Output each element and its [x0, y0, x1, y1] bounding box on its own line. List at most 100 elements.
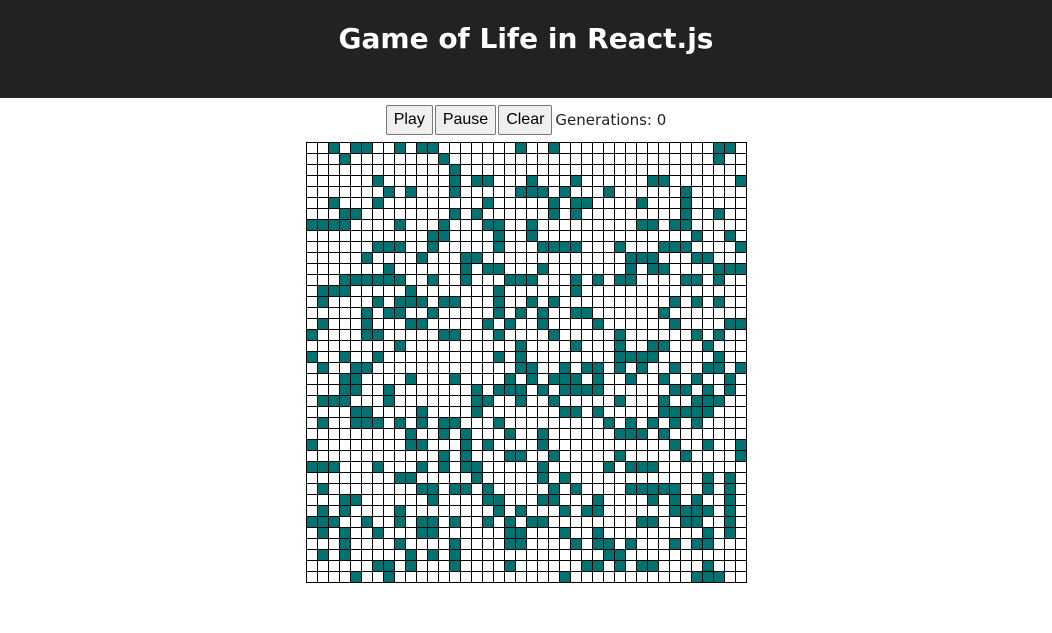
grid-cell[interactable] [702, 484, 713, 494]
grid-cell[interactable] [636, 143, 647, 153]
grid-cell[interactable] [449, 539, 460, 549]
grid-cell[interactable] [504, 495, 515, 505]
grid-cell[interactable] [625, 484, 636, 494]
grid-cell[interactable] [526, 517, 537, 527]
grid-cell[interactable] [306, 198, 317, 208]
grid-cell[interactable] [504, 154, 515, 164]
grid-cell[interactable] [328, 242, 339, 252]
grid-cell[interactable] [394, 198, 405, 208]
grid-cell[interactable] [636, 297, 647, 307]
grid-cell[interactable] [724, 451, 735, 461]
grid-cell[interactable] [680, 242, 691, 252]
grid-cell[interactable] [603, 341, 614, 351]
grid-cell[interactable] [526, 396, 537, 406]
grid-cell[interactable] [449, 363, 460, 373]
grid-cell[interactable] [339, 484, 350, 494]
grid-cell[interactable] [724, 308, 735, 318]
grid-cell[interactable] [713, 561, 724, 571]
grid-cell[interactable] [592, 308, 603, 318]
grid-cell[interactable] [548, 242, 559, 252]
grid-cell[interactable] [438, 506, 449, 516]
grid-cell[interactable] [416, 198, 427, 208]
grid-cell[interactable] [713, 407, 724, 417]
grid-cell[interactable] [691, 363, 702, 373]
grid-cell[interactable] [570, 396, 581, 406]
grid-cell[interactable] [603, 231, 614, 241]
grid-cell[interactable] [592, 363, 603, 373]
grid-cell[interactable] [350, 539, 361, 549]
grid-cell[interactable] [350, 176, 361, 186]
grid-cell[interactable] [614, 429, 625, 439]
grid-cell[interactable] [427, 539, 438, 549]
grid-cell[interactable] [471, 561, 482, 571]
grid-cell[interactable] [471, 550, 482, 560]
grid-cell[interactable] [702, 275, 713, 285]
grid-cell[interactable] [724, 407, 735, 417]
grid-cell[interactable] [493, 385, 504, 395]
grid-cell[interactable] [636, 154, 647, 164]
grid-cell[interactable] [614, 517, 625, 527]
grid-cell[interactable] [306, 363, 317, 373]
grid-cell[interactable] [680, 451, 691, 461]
grid-cell[interactable] [658, 528, 669, 538]
grid-cell[interactable] [581, 385, 592, 395]
grid-cell[interactable] [460, 528, 471, 538]
grid-cell[interactable] [603, 352, 614, 362]
grid-cell[interactable] [537, 242, 548, 252]
grid-cell[interactable] [647, 484, 658, 494]
grid-cell[interactable] [350, 517, 361, 527]
grid-cell[interactable] [438, 341, 449, 351]
grid-cell[interactable] [570, 176, 581, 186]
grid-cell[interactable] [350, 154, 361, 164]
grid-cell[interactable] [515, 297, 526, 307]
grid-cell[interactable] [383, 440, 394, 450]
grid-cell[interactable] [713, 506, 724, 516]
grid-cell[interactable] [724, 506, 735, 516]
grid-cell[interactable] [383, 418, 394, 428]
grid-cell[interactable] [438, 352, 449, 362]
grid-cell[interactable] [405, 231, 416, 241]
grid-cell[interactable] [526, 385, 537, 395]
grid-cell[interactable] [493, 517, 504, 527]
grid-cell[interactable] [713, 363, 724, 373]
grid-cell[interactable] [702, 242, 713, 252]
grid-cell[interactable] [702, 330, 713, 340]
grid-cell[interactable] [614, 275, 625, 285]
grid-cell[interactable] [680, 495, 691, 505]
grid-cell[interactable] [724, 154, 735, 164]
grid-cell[interactable] [548, 264, 559, 274]
grid-cell[interactable] [625, 572, 636, 582]
grid-cell[interactable] [405, 253, 416, 263]
grid-cell[interactable] [680, 517, 691, 527]
grid-cell[interactable] [482, 198, 493, 208]
grid-cell[interactable] [537, 473, 548, 483]
grid-cell[interactable] [339, 297, 350, 307]
grid-cell[interactable] [625, 539, 636, 549]
grid-cell[interactable] [581, 462, 592, 472]
grid-cell[interactable] [559, 319, 570, 329]
grid-cell[interactable] [592, 242, 603, 252]
grid-cell[interactable] [647, 506, 658, 516]
grid-cell[interactable] [493, 319, 504, 329]
grid-cell[interactable] [691, 275, 702, 285]
grid-cell[interactable] [658, 517, 669, 527]
grid-cell[interactable] [504, 539, 515, 549]
grid-cell[interactable] [680, 176, 691, 186]
grid-cell[interactable] [526, 550, 537, 560]
grid-cell[interactable] [449, 462, 460, 472]
grid-cell[interactable] [317, 319, 328, 329]
grid-cell[interactable] [504, 187, 515, 197]
grid-cell[interactable] [306, 220, 317, 230]
grid-cell[interactable] [306, 572, 317, 582]
grid-cell[interactable] [735, 561, 746, 571]
grid-cell[interactable] [603, 550, 614, 560]
grid-cell[interactable] [724, 484, 735, 494]
grid-cell[interactable] [416, 220, 427, 230]
grid-cell[interactable] [504, 407, 515, 417]
grid-cell[interactable] [537, 176, 548, 186]
grid-cell[interactable] [636, 528, 647, 538]
grid-cell[interactable] [427, 473, 438, 483]
grid-cell[interactable] [713, 297, 724, 307]
grid-cell[interactable] [570, 352, 581, 362]
grid-cell[interactable] [471, 297, 482, 307]
